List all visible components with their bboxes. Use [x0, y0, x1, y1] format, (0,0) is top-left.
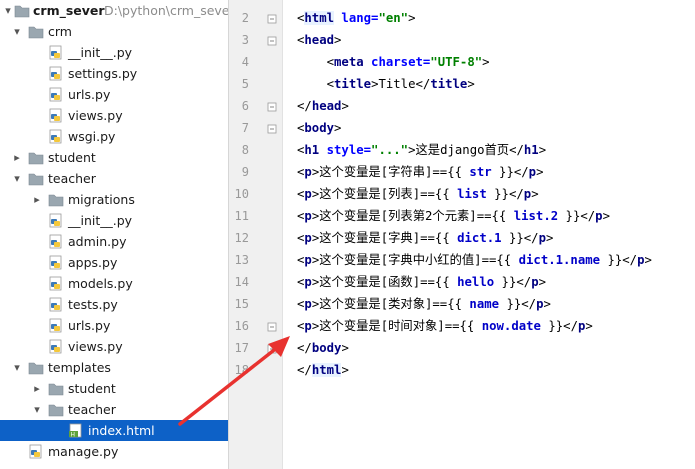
- annotation-arrow: [178, 336, 290, 426]
